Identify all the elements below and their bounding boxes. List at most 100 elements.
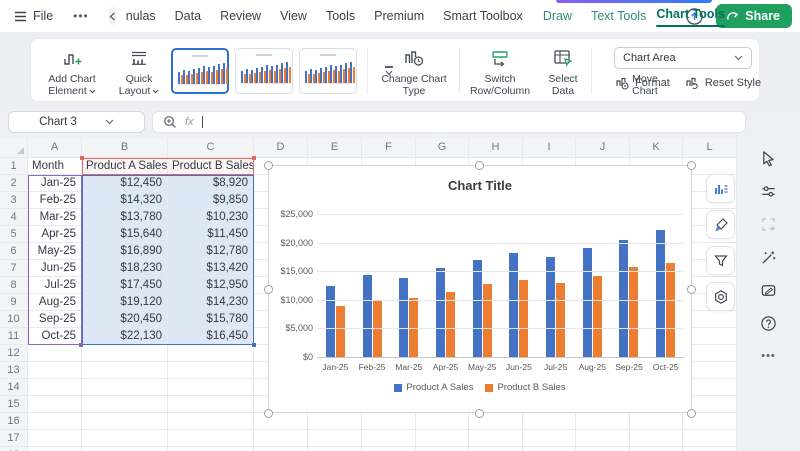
- bar-series1-Oct-25[interactable]: [656, 230, 665, 357]
- row-header-4[interactable]: 4: [0, 209, 28, 226]
- cell-C1[interactable]: Product B Sales: [168, 158, 254, 175]
- bar-group-May-25[interactable]: [464, 214, 501, 357]
- chart-resize-handle-middle-left[interactable]: [264, 285, 273, 294]
- cell-B18[interactable]: [82, 447, 168, 451]
- bar-series2-Feb-25[interactable]: [373, 301, 382, 357]
- cell-C18[interactable]: [168, 447, 254, 451]
- cell-J18[interactable]: [576, 447, 630, 451]
- cell-H18[interactable]: [469, 447, 523, 451]
- tab-chart-tools[interactable]: Chart Tools: [656, 7, 725, 25]
- cell-B9[interactable]: $19,120: [82, 294, 168, 311]
- cell-A9[interactable]: Aug-25: [28, 294, 82, 311]
- chart-resize-handle-bottom-left[interactable]: [264, 409, 273, 418]
- cell-F17[interactable]: [362, 430, 416, 447]
- cell-D18[interactable]: [254, 447, 308, 451]
- help-button[interactable]: [759, 313, 779, 333]
- column-header-D[interactable]: D: [254, 138, 308, 158]
- cell-B4[interactable]: $13,780: [82, 209, 168, 226]
- cell-B15[interactable]: [82, 396, 168, 413]
- cell-A18[interactable]: [28, 447, 82, 451]
- cell-K18[interactable]: [630, 447, 683, 451]
- bar-series1-Feb-25[interactable]: [363, 275, 372, 357]
- cell-B2[interactable]: $12,450: [82, 175, 168, 192]
- row-header-18[interactable]: 18: [0, 447, 28, 451]
- bar-group-Jan-25[interactable]: [317, 214, 354, 357]
- chart-resize-handle-middle-right[interactable]: [687, 285, 696, 294]
- cell-C14[interactable]: [168, 379, 254, 396]
- bar-series2-Jun-25[interactable]: [519, 280, 528, 357]
- legend-item-product-a-sales[interactable]: Product A Sales: [394, 382, 473, 393]
- column-header-J[interactable]: J: [576, 138, 630, 158]
- bar-series2-May-25[interactable]: [483, 284, 492, 357]
- row-header-5[interactable]: 5: [0, 226, 28, 243]
- cell-A14[interactable]: [28, 379, 82, 396]
- chart-resize-handle-bottom-middle[interactable]: [475, 409, 484, 418]
- bar-series1-Jan-25[interactable]: [326, 286, 335, 357]
- cell-J17[interactable]: [576, 430, 630, 447]
- add-chart-element-button[interactable]: Add Chart Element: [39, 43, 105, 99]
- cell-G18[interactable]: [416, 447, 469, 451]
- bar-group-Aug-25[interactable]: [574, 214, 611, 357]
- cell-C13[interactable]: [168, 362, 254, 379]
- chart-filter-button[interactable]: [706, 246, 735, 275]
- cell-B13[interactable]: [82, 362, 168, 379]
- cell-A17[interactable]: [28, 430, 82, 447]
- bar-series1-Jun-25[interactable]: [509, 253, 518, 357]
- bar-group-Jun-25[interactable]: [501, 214, 538, 357]
- row-header-3[interactable]: 3: [0, 192, 28, 209]
- cell-A3[interactable]: Feb-25: [28, 192, 82, 209]
- cell-A10[interactable]: Sep-25: [28, 311, 82, 328]
- cell-E17[interactable]: [308, 430, 362, 447]
- cell-A13[interactable]: [28, 362, 82, 379]
- row-header-13[interactable]: 13: [0, 362, 28, 379]
- cell-A5[interactable]: Apr-25: [28, 226, 82, 243]
- quick-layout-button[interactable]: Quick Layout: [113, 43, 165, 99]
- properties-panel-button[interactable]: [759, 181, 779, 201]
- tab-smart-toolbox[interactable]: Smart Toolbox: [443, 9, 523, 23]
- bar-series2-Jan-25[interactable]: [336, 306, 345, 357]
- cell-I18[interactable]: [523, 447, 576, 451]
- row-header-15[interactable]: 15: [0, 396, 28, 413]
- switch-row-column-button[interactable]: Switch Row/Column: [463, 43, 537, 99]
- row-header-8[interactable]: 8: [0, 277, 28, 294]
- bar-series1-Sep-25[interactable]: [619, 240, 628, 357]
- cell-A8[interactable]: Jul-25: [28, 277, 82, 294]
- cell-D16[interactable]: [254, 413, 308, 430]
- bar-group-Mar-25[interactable]: [390, 214, 427, 357]
- column-header-B[interactable]: B: [82, 138, 168, 158]
- cell-C11[interactable]: $16,450: [168, 328, 254, 345]
- chart-style-thumbnail-1[interactable]: [171, 48, 229, 94]
- cell-I17[interactable]: [523, 430, 576, 447]
- cell-B8[interactable]: $17,450: [82, 277, 168, 294]
- cell-B17[interactable]: [82, 430, 168, 447]
- cell-B6[interactable]: $16,890: [82, 243, 168, 260]
- cell-B7[interactable]: $18,230: [82, 260, 168, 277]
- chart-resize-handle-top-right[interactable]: [687, 161, 696, 170]
- bar-series2-Sep-25[interactable]: [629, 267, 638, 357]
- bar-series1-Apr-25[interactable]: [436, 268, 445, 357]
- chart-settings-button[interactable]: [706, 282, 735, 311]
- cell-L17[interactable]: [683, 430, 737, 447]
- chart-style-button[interactable]: [706, 210, 735, 239]
- row-header-11[interactable]: 11: [0, 328, 28, 345]
- tab-nulas[interactable]: nulas: [126, 9, 156, 23]
- tab-data[interactable]: Data: [175, 9, 201, 23]
- row-header-17[interactable]: 17: [0, 430, 28, 447]
- row-header-10[interactable]: 10: [0, 311, 28, 328]
- cell-J16[interactable]: [576, 413, 630, 430]
- column-header-A[interactable]: A: [28, 138, 82, 158]
- chart-area-selector[interactable]: Chart Area: [614, 47, 752, 69]
- cell-A15[interactable]: [28, 396, 82, 413]
- row-header-2[interactable]: 2: [0, 175, 28, 192]
- cell-C8[interactable]: $12,950: [168, 277, 254, 294]
- cell-G17[interactable]: [416, 430, 469, 447]
- cell-B16[interactable]: [82, 413, 168, 430]
- chart-title[interactable]: Chart Title: [269, 178, 691, 193]
- sidebar-more-button[interactable]: •••: [759, 346, 779, 366]
- cell-B1[interactable]: Product A Sales: [82, 158, 168, 175]
- cell-B14[interactable]: [82, 379, 168, 396]
- cell-A11[interactable]: Oct-25: [28, 328, 82, 345]
- row-header-14[interactable]: 14: [0, 379, 28, 396]
- tab-draw[interactable]: Draw: [543, 9, 572, 23]
- column-header-C[interactable]: C: [168, 138, 254, 158]
